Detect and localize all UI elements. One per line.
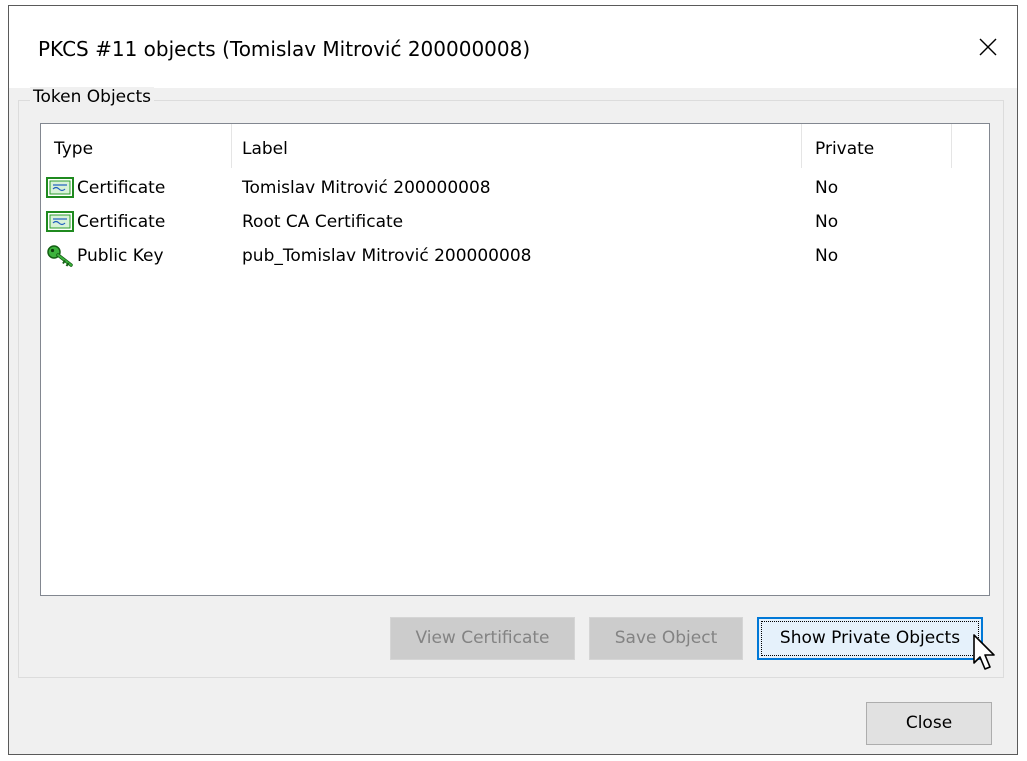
- mouse-pointer-icon: [973, 634, 995, 670]
- column-header-label[interactable]: Label: [232, 124, 802, 168]
- window-title: PKCS #11 objects (Tomislav Mitrović 2000…: [38, 37, 531, 61]
- row-label: Tomislav Mitrović 200000008: [242, 178, 491, 198]
- column-header-type[interactable]: Type: [41, 124, 232, 168]
- key-icon: [47, 245, 73, 267]
- show-private-objects-button[interactable]: Show Private Objects: [757, 617, 983, 660]
- certificate-icon: [46, 177, 74, 198]
- group-label: Token Objects: [30, 87, 154, 107]
- token-objects-list[interactable]: Type Label Private Certificate Tomislav …: [40, 123, 990, 596]
- row-private: No: [815, 246, 839, 266]
- table-row[interactable]: Public Key pub_Tomislav Mitrović 2000000…: [41, 239, 989, 273]
- row-type: Certificate: [77, 212, 166, 232]
- close-icon: [979, 38, 997, 56]
- save-object-button[interactable]: Save Object: [589, 617, 743, 660]
- row-private: No: [815, 212, 839, 232]
- row-type: Public Key: [77, 246, 164, 266]
- column-header-private[interactable]: Private: [802, 124, 952, 168]
- row-private: No: [815, 178, 839, 198]
- table-row[interactable]: Certificate Root CA Certificate No: [41, 205, 989, 239]
- close-button[interactable]: Close: [866, 702, 992, 745]
- row-label: Root CA Certificate: [242, 212, 404, 232]
- table-row[interactable]: Certificate Tomislav Mitrović 200000008 …: [41, 171, 989, 205]
- focus-rectangle: [761, 621, 979, 656]
- row-label: pub_Tomislav Mitrović 200000008: [242, 246, 532, 266]
- certificate-icon: [46, 211, 74, 232]
- window-close-button[interactable]: [965, 27, 1011, 67]
- row-type: Certificate: [77, 178, 166, 198]
- view-certificate-button[interactable]: View Certificate: [390, 617, 575, 660]
- title-bar: PKCS #11 objects (Tomislav Mitrović 2000…: [9, 6, 1017, 88]
